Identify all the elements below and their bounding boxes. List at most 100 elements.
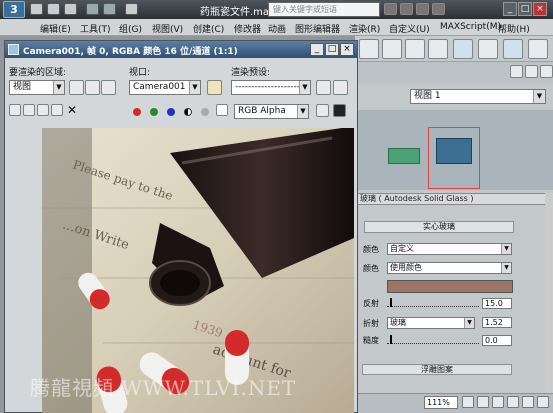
menu-view[interactable]: 视图(V) xyxy=(152,22,183,35)
clone-frame-icon[interactable] xyxy=(37,104,49,116)
menubar: 编辑(E) 工具(T) 组(G) 视图(V) 创建(C) 修改器 动画 图形编辑… xyxy=(0,19,553,36)
minimize-button[interactable]: _ xyxy=(503,2,517,16)
blue-channel-icon[interactable] xyxy=(167,108,175,116)
save-icon[interactable] xyxy=(64,3,77,15)
swatch-icon[interactable] xyxy=(216,104,228,116)
render-iterative-icon[interactable] xyxy=(528,39,548,59)
save-image-icon[interactable] xyxy=(9,104,21,116)
area-label: 要渲染的区域: xyxy=(9,68,67,78)
channel-select[interactable]: RGB Alpha ▼ xyxy=(234,104,309,119)
frame-close-button[interactable]: × xyxy=(340,43,354,56)
color-swatch[interactable] xyxy=(387,280,513,293)
menu-help[interactable]: 帮助(H) xyxy=(498,22,530,35)
map-node[interactable] xyxy=(388,148,420,164)
close-panel-icon[interactable] xyxy=(540,65,553,78)
auto-region-icon[interactable] xyxy=(85,80,100,95)
menu-modifiers[interactable]: 修改器 xyxy=(234,22,261,35)
copy-image-icon[interactable] xyxy=(23,104,35,116)
menu-graph-editors[interactable]: 图形编辑器 xyxy=(295,22,340,35)
slider-handle[interactable] xyxy=(390,298,392,307)
material-toolbar xyxy=(355,62,553,84)
zoom-icon[interactable] xyxy=(462,396,474,408)
menu-group[interactable]: 组(G) xyxy=(119,22,142,35)
environment-icon[interactable] xyxy=(333,80,348,95)
reflect-label: 反射 xyxy=(363,299,379,308)
roughness-slider[interactable] xyxy=(387,335,479,344)
communication-icon[interactable] xyxy=(400,3,413,15)
view-select[interactable]: 视图 1 ▼ xyxy=(410,89,546,104)
green-channel-icon[interactable] xyxy=(150,108,158,116)
pan-icon[interactable] xyxy=(477,396,489,408)
render-setup-icon[interactable] xyxy=(316,80,331,95)
panel-scrollbar[interactable] xyxy=(545,193,553,393)
viewport-select[interactable]: Camera001 ▼ xyxy=(129,80,201,95)
refract-index[interactable]: 1.52 xyxy=(482,317,512,328)
color-label: 颜色 xyxy=(363,245,379,254)
red-channel-icon[interactable] xyxy=(133,108,141,116)
rollout-relief-pattern[interactable]: 浮雕图案 xyxy=(362,364,512,375)
frame-minimize-button[interactable]: _ xyxy=(310,43,324,56)
roughness-value[interactable]: 0.0 xyxy=(482,335,512,346)
display-toggle-icon[interactable] xyxy=(316,104,329,117)
reflect-slider[interactable] xyxy=(387,298,479,307)
snap-icon[interactable] xyxy=(359,39,379,59)
menu-edit[interactable]: 编辑(E) xyxy=(40,22,71,35)
material-title: 玻璃 ( Autodesk Solid Glass ) xyxy=(358,193,553,205)
channel-select-value: RGB Alpha xyxy=(238,106,286,116)
zoom-region-icon[interactable] xyxy=(522,396,534,408)
slider-handle[interactable] xyxy=(390,335,392,344)
menu-animation[interactable]: 动画 xyxy=(268,22,286,35)
material-editor-icon[interactable] xyxy=(428,39,448,59)
rendered-frame-window-icon[interactable] xyxy=(478,39,498,59)
open-file-icon[interactable] xyxy=(47,3,60,15)
render-setup-icon[interactable] xyxy=(453,39,473,59)
lock-viewport-icon[interactable] xyxy=(207,80,222,95)
refract-label: 折射 xyxy=(363,319,379,328)
help-icon[interactable] xyxy=(432,3,445,15)
area-select[interactable]: 视图 ▼ xyxy=(9,80,65,95)
menu-create[interactable]: 创建(C) xyxy=(193,22,224,35)
undo-icon[interactable] xyxy=(86,3,99,15)
render-image[interactable]: Please pay to the ...on Write account fo… xyxy=(42,128,354,413)
material-node[interactable] xyxy=(436,138,472,164)
star-icon[interactable] xyxy=(416,3,429,15)
lock-region-icon[interactable] xyxy=(101,80,116,95)
clear-icon[interactable]: ✕ xyxy=(67,103,77,117)
orbit-icon[interactable] xyxy=(492,396,504,408)
zoom-extents-icon[interactable] xyxy=(507,396,519,408)
restore-panel-icon[interactable] xyxy=(525,65,538,78)
refract-dropdown[interactable]: 玻璃 ▼ xyxy=(387,317,475,329)
color-dropdown-value: 自定义 xyxy=(390,244,414,253)
reflect-value[interactable]: 15.0 xyxy=(482,298,512,309)
project-folder-icon[interactable] xyxy=(125,3,138,15)
viewport-label: 视口: xyxy=(129,68,151,78)
menu-customize[interactable]: 自定义(U) xyxy=(389,22,430,35)
monochrome-icon[interactable] xyxy=(201,108,209,116)
search-input[interactable]: 键入关键字或短语 xyxy=(268,2,380,17)
menu-maxscript[interactable]: MAXScript(M) xyxy=(440,22,501,32)
redo-icon[interactable] xyxy=(103,3,116,15)
color-mode-dropdown[interactable]: 使用颜色 ▼ xyxy=(387,262,512,274)
new-file-icon[interactable] xyxy=(30,3,43,15)
preset-select[interactable]: -------------------- ▼ xyxy=(231,80,311,95)
minimize-panel-icon[interactable] xyxy=(510,65,523,78)
maximize-button[interactable]: □ xyxy=(518,2,532,16)
menu-tools[interactable]: 工具(T) xyxy=(80,22,111,35)
search-icon[interactable] xyxy=(384,3,397,15)
maximize-viewport-icon[interactable] xyxy=(537,396,549,408)
background-toggle-icon[interactable] xyxy=(333,104,346,117)
close-button[interactable]: × xyxy=(533,2,547,16)
rollout-solid-glass[interactable]: 实心玻璃 xyxy=(364,221,514,233)
menu-rendering[interactable]: 渲染(R) xyxy=(349,22,380,35)
frame-maximize-button[interactable]: □ xyxy=(325,43,339,56)
alpha-channel-icon[interactable] xyxy=(184,108,192,116)
curve-editor-icon[interactable] xyxy=(382,39,402,59)
max-logo[interactable]: 3 xyxy=(3,1,25,18)
edit-region-icon[interactable] xyxy=(69,80,84,95)
schematic-view-icon[interactable] xyxy=(405,39,425,59)
color-dropdown[interactable]: 自定义 ▼ xyxy=(387,243,512,255)
print-icon[interactable] xyxy=(51,104,63,116)
chevron-down-icon: ▼ xyxy=(501,263,511,273)
render-production-icon[interactable] xyxy=(503,39,523,59)
zoom-level[interactable]: 111% xyxy=(424,396,458,409)
